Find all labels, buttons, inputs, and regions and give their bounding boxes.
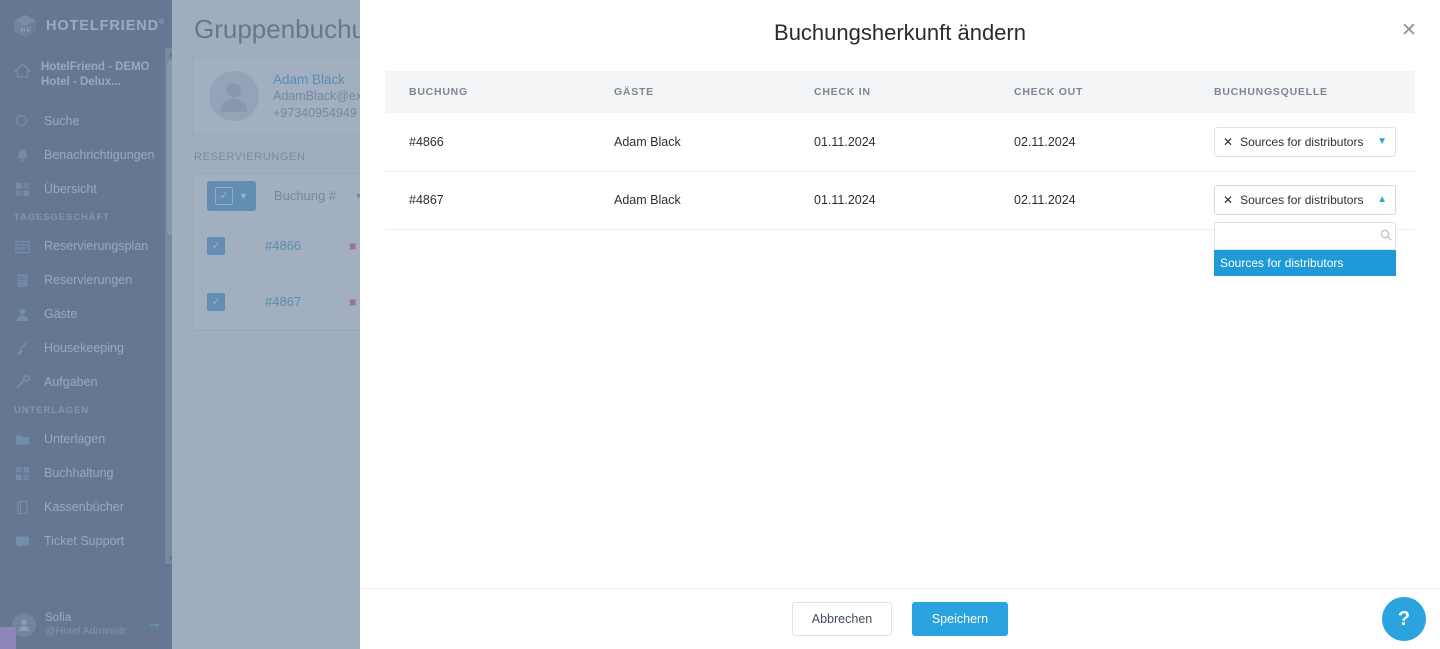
bookings-table-header-row: BUCHUNG GÄSTE CHECK IN CHECK OUT BUCHUNG… xyxy=(385,71,1415,113)
chevron-up-icon[interactable]: ▲ xyxy=(1377,195,1387,205)
table-row: #4866 Adam Black 01.11.2024 02.11.2024 ✕… xyxy=(385,113,1415,172)
cell-check-out: 02.11.2024 xyxy=(990,113,1190,172)
source-select-value: Sources for distributors xyxy=(1240,134,1364,149)
dropdown-search-row[interactable] xyxy=(1214,222,1396,250)
source-select-wrapper: ✕ Sources for distributors ▼ xyxy=(1214,126,1415,157)
search-input[interactable] xyxy=(1223,229,1380,243)
cell-source: ✕ Sources for distributors ▼ xyxy=(1190,113,1415,172)
close-icon[interactable]: ✕ xyxy=(1398,19,1420,41)
cell-guest: Adam Black xyxy=(590,171,790,230)
change-booking-source-modal: Buchungsherkunft ändern ✕ BUCHUNG GÄSTE … xyxy=(360,0,1440,649)
modal-header: Buchungsherkunft ändern ✕ xyxy=(360,0,1440,66)
chevron-down-icon[interactable]: ▼ xyxy=(1377,136,1387,147)
column-header-buchung: BUCHUNG xyxy=(385,71,590,113)
cell-check-in: 01.11.2024 xyxy=(790,113,990,172)
modal-title: Buchungsherkunft ändern xyxy=(774,20,1026,45)
bookings-table: BUCHUNG GÄSTE CHECK IN CHECK OUT BUCHUNG… xyxy=(385,71,1415,276)
modal-footer: Abbrechen Speichern xyxy=(360,588,1440,649)
source-select[interactable]: ✕ Sources for distributors ▼ xyxy=(1214,126,1396,157)
cell-check-out: 02.11.2024 xyxy=(990,171,1190,230)
search-icon xyxy=(1380,229,1392,244)
column-header-buchungsquelle: BUCHUNGSQUELLE xyxy=(1190,71,1415,113)
cell-guest: Adam Black xyxy=(590,113,790,172)
cell-booking: #4866 xyxy=(385,113,590,172)
table-row: #4867 Adam Black 01.11.2024 02.11.2024 ✕… xyxy=(385,171,1415,276)
dropdown-option[interactable]: Sources for distributors xyxy=(1214,250,1396,276)
column-header-check-in: CHECK IN xyxy=(790,71,990,113)
cell-check-in: 01.11.2024 xyxy=(790,171,990,230)
help-button[interactable]: ? xyxy=(1382,597,1426,641)
cancel-button[interactable]: Abbrechen xyxy=(792,602,892,636)
column-header-gaeste: GÄSTE xyxy=(590,71,790,113)
clear-icon[interactable]: ✕ xyxy=(1223,136,1233,148)
column-header-check-out: CHECK OUT xyxy=(990,71,1190,113)
cell-booking: #4867 xyxy=(385,171,590,230)
source-dropdown: Sources for distributors xyxy=(1214,216,1396,276)
app-root: H F HOTELFRIEND® ❮ HotelFriend - DEMO Ho… xyxy=(0,0,1440,649)
source-select-wrapper: ✕ Sources for distributors ▲ Sources for… xyxy=(1214,185,1415,276)
clear-icon[interactable]: ✕ xyxy=(1223,194,1233,206)
source-select-value: Sources for distributors xyxy=(1240,193,1364,207)
modal-body: BUCHUNG GÄSTE CHECK IN CHECK OUT BUCHUNG… xyxy=(360,66,1440,588)
cell-source: ✕ Sources for distributors ▲ Sources for… xyxy=(1190,171,1415,276)
save-button[interactable]: Speichern xyxy=(912,602,1008,636)
source-select-open[interactable]: ✕ Sources for distributors ▲ xyxy=(1214,185,1396,215)
